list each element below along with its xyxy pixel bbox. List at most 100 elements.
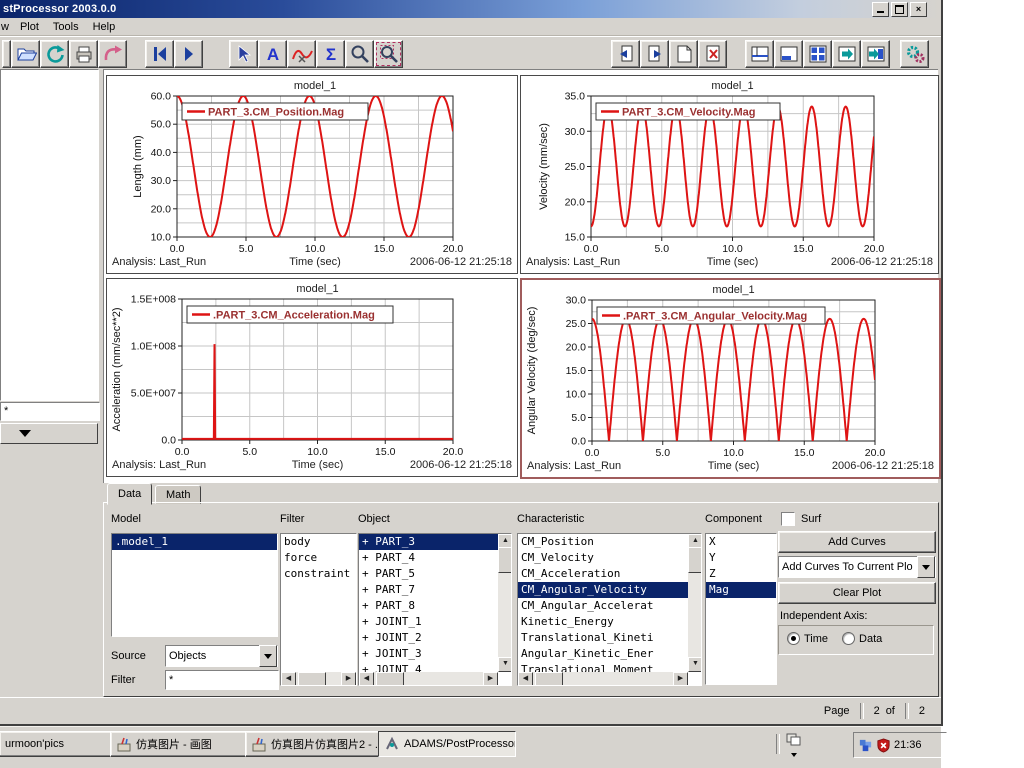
list-item[interactable]: + PART_8 <box>359 598 498 614</box>
taskbar-item-4[interactable]: ADAMS/PostProcessor 2... <box>378 731 516 757</box>
taskbar-item-2[interactable]: 仿真图片 - 画图 <box>110 731 248 757</box>
object-list[interactable]: + PART_3+ PART_4+ PART_5+ PART_7+ PART_8… <box>358 533 512 686</box>
list-item[interactable]: + PART_5 <box>359 566 498 582</box>
text-annotation-button[interactable]: A <box>258 40 287 68</box>
add-mode-dropdown[interactable]: Add Curves To Current Plo <box>778 556 936 578</box>
clear-plot-button[interactable]: Clear Plot <box>778 582 936 604</box>
plot-panel-angular-velocity[interactable]: 0.05.010.015.020.00.05.010.015.020.025.0… <box>520 278 941 479</box>
list-item[interactable]: + JOINT_1 <box>359 614 498 630</box>
radio-time[interactable]: Time <box>787 632 828 645</box>
scroll-down-icon[interactable]: ▼ <box>498 657 512 672</box>
gear-settings-button[interactable] <box>900 40 929 68</box>
scroll-down-icon[interactable]: ▼ <box>688 657 702 672</box>
add-mode-dropdown-arrow[interactable] <box>917 556 935 578</box>
file-sliver-button[interactable] <box>2 40 11 68</box>
model-list[interactable]: .model_1 <box>111 533 278 637</box>
list-item[interactable]: + PART_4 <box>359 550 498 566</box>
tree-filter-input[interactable]: * <box>0 402 100 421</box>
close-button[interactable]: × <box>910 2 927 17</box>
filter-list[interactable]: bodyforceconstraint ◀ ▶ <box>280 533 357 686</box>
layout-export-button[interactable] <box>861 40 890 68</box>
source-dropdown[interactable]: Objects <box>165 645 278 667</box>
print-button[interactable] <box>69 40 98 68</box>
menu-fragment[interactable]: w <box>0 21 13 33</box>
list-item[interactable]: + PART_7 <box>359 582 498 598</box>
layout-single-button[interactable] <box>745 40 774 68</box>
scroll-right-icon[interactable]: ▶ <box>673 672 688 686</box>
component-list[interactable]: XYZMag <box>705 533 777 685</box>
characteristic-list-vscroll[interactable]: ▲ ▼ <box>688 534 701 672</box>
tab-data[interactable]: Data <box>107 483 152 505</box>
list-item[interactable]: Translational_Moment <box>518 662 688 672</box>
menu-item-tools[interactable]: Tools <box>46 20 86 34</box>
plot-panel-acceleration[interactable]: 0.05.010.015.020.00.05.0E+0071.0E+0081.5… <box>106 278 518 477</box>
reload-curves-button[interactable] <box>98 40 127 68</box>
filter-input[interactable]: * <box>165 670 279 690</box>
page-new-button[interactable] <box>669 40 698 68</box>
curve-edit-button[interactable] <box>287 40 316 68</box>
page-prev-button[interactable] <box>611 40 640 68</box>
zoom-button[interactable] <box>345 40 374 68</box>
open-button[interactable] <box>11 40 40 68</box>
plot-panel-velocity[interactable]: 0.05.010.015.020.015.020.025.030.035.0Ve… <box>520 75 939 274</box>
scroll-left-icon[interactable]: ◀ <box>359 672 374 686</box>
statistics-sigma-button[interactable]: Σ <box>316 40 345 68</box>
add-curves-button[interactable]: Add Curves <box>778 531 936 553</box>
page-next-button[interactable] <box>640 40 669 68</box>
object-list-vscroll[interactable]: ▲ ▼ <box>498 534 511 672</box>
layout-import-button[interactable] <box>832 40 861 68</box>
list-item[interactable]: CM_Position <box>518 534 688 550</box>
list-item[interactable]: Translational_Kineti <box>518 630 688 646</box>
reload-session-button[interactable] <box>40 40 69 68</box>
zoom-area-button[interactable] <box>374 40 403 68</box>
list-item[interactable]: Z <box>706 566 776 582</box>
radio-data[interactable]: Data <box>842 632 882 645</box>
layout-grid-button[interactable] <box>803 40 832 68</box>
object-list-hscroll[interactable]: ◀ ▶ <box>359 672 498 685</box>
plot-panel-position[interactable]: 0.05.010.015.020.010.020.030.040.050.060… <box>106 75 518 274</box>
language-bar-icon[interactable] <box>786 733 802 755</box>
scroll-right-icon[interactable]: ▶ <box>483 672 498 686</box>
list-item[interactable]: CM_Angular_Velocity <box>518 582 688 598</box>
source-dropdown-arrow[interactable] <box>259 645 277 667</box>
list-item[interactable]: force <box>281 550 356 566</box>
list-item[interactable]: X <box>706 534 776 550</box>
treeview-panel[interactable] <box>0 69 99 401</box>
list-item[interactable]: CM_Acceleration <box>518 566 688 582</box>
list-item[interactable]: + JOINT_2 <box>359 630 498 646</box>
list-item[interactable]: + JOINT_4 <box>359 662 498 672</box>
layout-bottom-button[interactable] <box>774 40 803 68</box>
tree-dropdown-button[interactable] <box>0 423 98 444</box>
first-page-button[interactable] <box>145 40 174 68</box>
list-item[interactable]: CM_Velocity <box>518 550 688 566</box>
characteristic-list[interactable]: CM_PositionCM_VelocityCM_AccelerationCM_… <box>517 533 702 686</box>
security-shield-icon[interactable] <box>876 738 891 753</box>
list-item[interactable]: constraint <box>281 566 356 582</box>
list-item[interactable]: body <box>281 534 356 550</box>
select-cursor-button[interactable] <box>229 40 258 68</box>
maximize-button[interactable] <box>891 2 908 17</box>
page-delete-button[interactable] <box>698 40 727 68</box>
menu-item-help[interactable]: Help <box>86 20 123 34</box>
characteristic-list-hscroll[interactable]: ◀ ▶ <box>518 672 688 685</box>
list-item[interactable]: Mag <box>706 582 776 598</box>
list-item[interactable]: CM_Angular_Accelerat <box>518 598 688 614</box>
list-item[interactable]: Angular_Kinetic_Ener <box>518 646 688 662</box>
list-item[interactable]: Kinetic_Energy <box>518 614 688 630</box>
list-item[interactable]: Y <box>706 550 776 566</box>
list-item[interactable]: + JOINT_3 <box>359 646 498 662</box>
surf-checkbox[interactable] <box>781 512 795 526</box>
filter-list-hscroll[interactable]: ◀ ▶ <box>281 672 356 685</box>
scroll-right-icon[interactable]: ▶ <box>341 672 356 686</box>
list-item[interactable]: .model_1 <box>112 534 277 550</box>
scroll-left-icon[interactable]: ◀ <box>281 672 296 686</box>
title-bar[interactable]: stProcessor 2003.0.0 × <box>0 0 941 18</box>
minimize-button[interactable] <box>872 2 889 17</box>
next-page-button[interactable] <box>174 40 203 68</box>
scroll-left-icon[interactable]: ◀ <box>518 672 533 686</box>
menu-item-plot[interactable]: Plot <box>13 20 46 34</box>
list-item[interactable]: + PART_3 <box>359 534 498 550</box>
taskbar-item-3[interactable]: 仿真图片仿真图片2 - ... <box>245 731 381 757</box>
taskbar-item-1[interactable]: urmoon'pics <box>0 731 115 757</box>
messenger-icon[interactable] <box>858 738 873 753</box>
